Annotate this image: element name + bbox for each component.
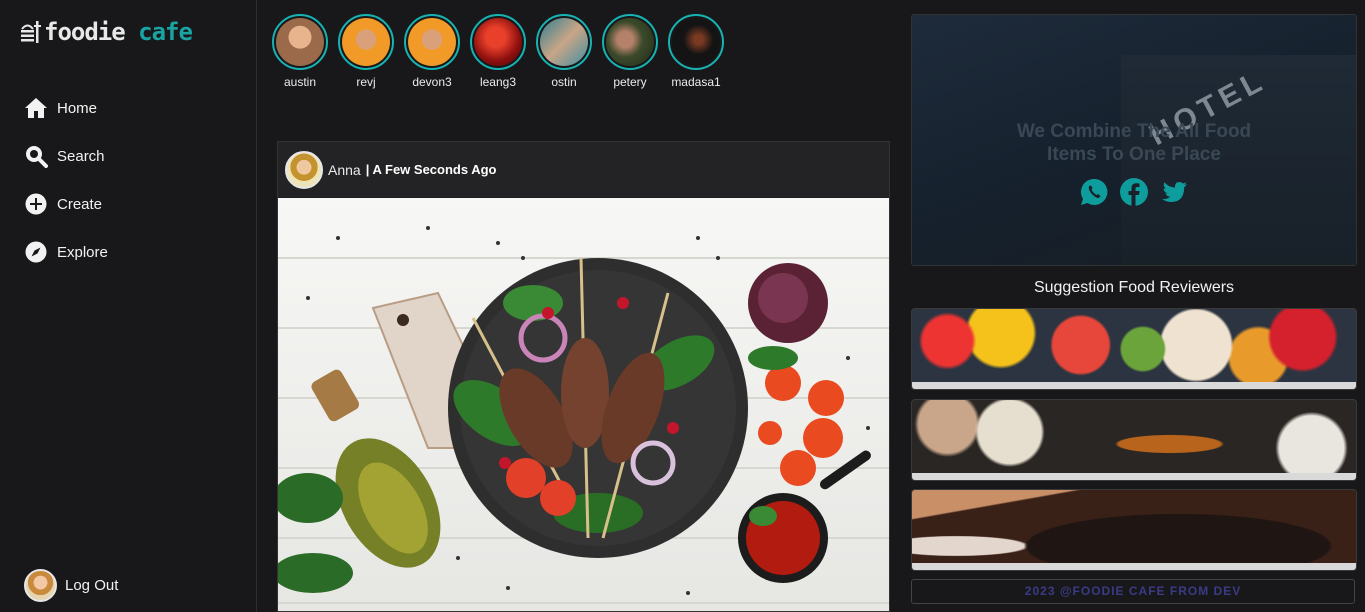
suggestions-title: Suggestion Food Reviewers xyxy=(1033,279,1235,296)
story-avatar xyxy=(276,18,324,66)
reviewer-card-fruits[interactable] xyxy=(911,308,1357,390)
promo-banner: HOTEL We Combine The All Food Items To O… xyxy=(911,14,1357,266)
post-time-label: A Few Seconds Ago xyxy=(372,162,497,177)
story-item[interactable]: revj xyxy=(338,14,394,89)
banner-tagline-line2: Items To One Place xyxy=(1047,144,1221,165)
story-ring xyxy=(404,14,460,70)
footer-credit: 2023 @FOODIE CAFE FROM DEV xyxy=(911,579,1355,604)
story-ring xyxy=(668,14,724,70)
twitter-icon[interactable] xyxy=(1159,177,1189,207)
logo-text-part2: cafe xyxy=(138,18,193,46)
nav-item-explore[interactable]: Explore xyxy=(24,228,108,276)
story-ring xyxy=(272,14,328,70)
post-image xyxy=(278,198,889,611)
story-item[interactable]: ostin xyxy=(536,14,592,89)
story-avatar xyxy=(606,18,654,66)
story-avatar xyxy=(408,18,456,66)
post-author-name[interactable]: Anna xyxy=(328,162,361,178)
stories-bar: austin revj devon3 leang3 ostin petery m… xyxy=(272,14,724,89)
whatsapp-icon[interactable] xyxy=(1079,177,1109,207)
story-name: revj xyxy=(356,75,376,89)
story-ring xyxy=(470,14,526,70)
logo-text: foodie cafe xyxy=(44,18,193,46)
nav-label-explore: Explore xyxy=(57,243,108,261)
banner-tagline-line1: We Combine The All Food xyxy=(1016,121,1252,142)
reviewer-card-bar xyxy=(912,382,1356,389)
story-item[interactable]: madasa1 xyxy=(668,14,724,89)
search-icon xyxy=(26,146,48,168)
story-name: ostin xyxy=(551,75,577,89)
post-header: Anna | A Few Seconds Ago xyxy=(278,142,889,197)
story-name: devon3 xyxy=(412,75,452,89)
story-avatar xyxy=(342,18,390,66)
logo-text-part1: foodie xyxy=(44,18,126,46)
story-name: madasa1 xyxy=(671,75,721,89)
user-avatar xyxy=(24,569,57,602)
story-item[interactable]: leang3 xyxy=(470,14,526,89)
story-item[interactable]: devon3 xyxy=(404,14,460,89)
nav-label-search: Search xyxy=(57,147,105,165)
social-links xyxy=(912,177,1356,207)
story-item[interactable]: austin xyxy=(272,14,328,89)
post-time: | A Few Seconds Ago xyxy=(366,162,497,177)
nav-item-create[interactable]: Create xyxy=(24,180,108,228)
post-author-avatar[interactable] xyxy=(285,150,323,189)
reviewer-card-cake[interactable] xyxy=(911,489,1357,571)
story-name: petery xyxy=(613,75,647,89)
story-avatar xyxy=(672,18,720,66)
cafe-logo-icon xyxy=(21,21,41,43)
post-card: Anna | A Few Seconds Ago xyxy=(277,141,890,612)
story-avatar xyxy=(474,18,522,66)
nav-label-create: Create xyxy=(57,195,103,213)
reviewer-card-roast[interactable] xyxy=(911,399,1357,481)
story-ring xyxy=(602,14,658,70)
compass-icon xyxy=(25,241,47,263)
nav-label-home: Home xyxy=(57,99,98,117)
home-icon xyxy=(25,98,47,118)
story-item[interactable]: petery xyxy=(602,14,658,89)
nav-item-search[interactable]: Search xyxy=(24,132,108,180)
banner-tagline: We Combine The All Food Items To One Pla… xyxy=(912,120,1356,166)
story-avatar xyxy=(540,18,588,66)
story-name: leang3 xyxy=(479,75,517,89)
main-nav: Home Search Create Explore xyxy=(24,84,108,276)
facebook-icon[interactable] xyxy=(1119,177,1149,207)
nav-item-home[interactable]: Home xyxy=(24,84,108,132)
story-name: austin xyxy=(283,75,317,89)
sidebar: foodie cafe Home Search Create Explore L… xyxy=(0,0,257,612)
story-ring xyxy=(536,14,592,70)
story-ring xyxy=(338,14,394,70)
logout-label: Log Out xyxy=(65,577,119,594)
reviewer-card-bar xyxy=(912,473,1356,480)
reviewer-card-bar xyxy=(912,563,1356,570)
plus-circle-icon xyxy=(25,193,47,215)
logout-button[interactable]: Log Out xyxy=(24,569,118,602)
logo[interactable]: foodie cafe xyxy=(20,18,193,46)
